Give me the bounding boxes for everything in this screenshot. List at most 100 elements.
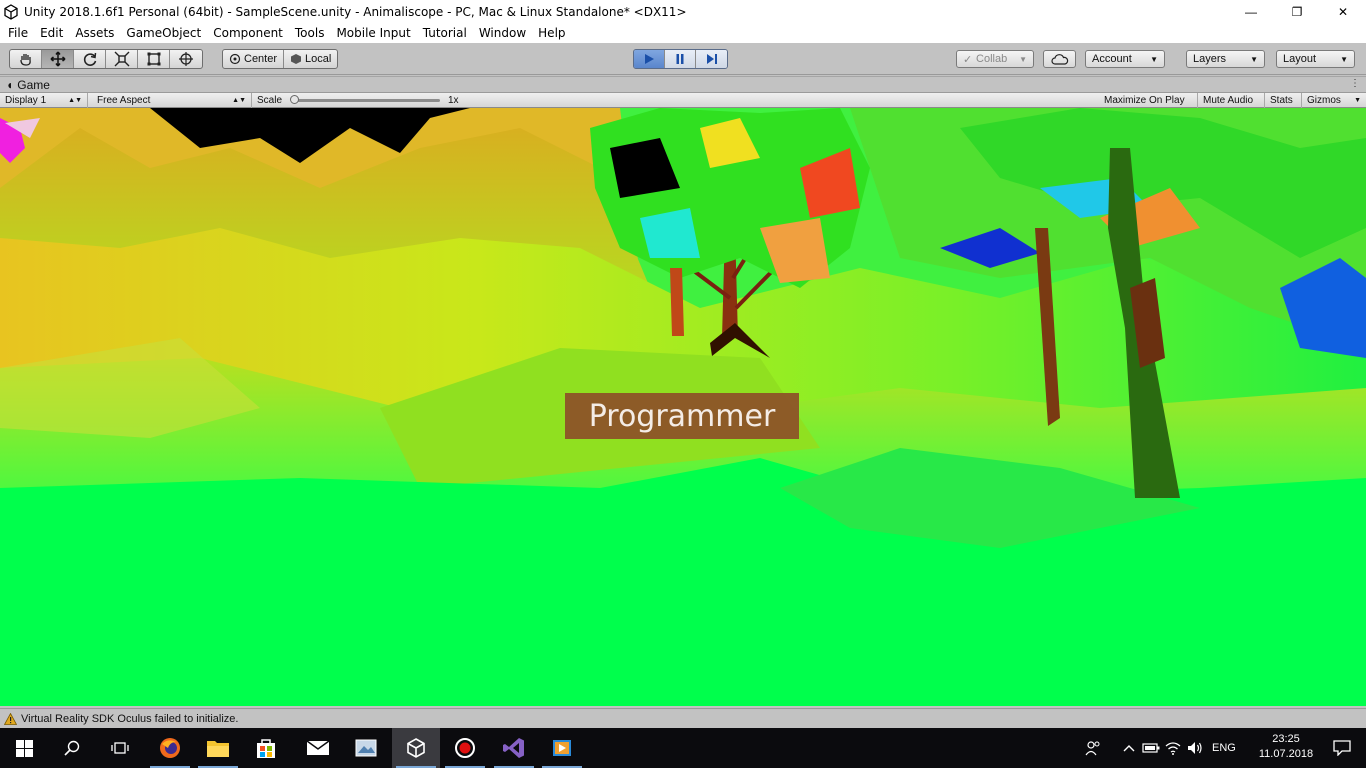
transform-tools bbox=[9, 49, 203, 69]
aspect-dropdown[interactable]: Free Aspect ▲▼ bbox=[92, 93, 252, 108]
windows-taskbar: ENG 23:25 11.07.2018 bbox=[0, 728, 1366, 768]
cloud-icon bbox=[1050, 53, 1068, 65]
collab-dropdown[interactable]: ✓ Collab ▼ bbox=[956, 50, 1034, 68]
display-dropdown[interactable]: Display 1 ▲▼ bbox=[0, 93, 88, 108]
step-button[interactable] bbox=[696, 50, 727, 68]
minimize-button[interactable]: — bbox=[1228, 0, 1274, 23]
rect-transform-icon bbox=[147, 52, 160, 66]
chevron-up-icon[interactable] bbox=[1118, 744, 1140, 752]
move-arrows-icon bbox=[50, 51, 65, 67]
mute-audio-toggle[interactable]: Mute Audio bbox=[1198, 93, 1265, 108]
unity-logo-icon bbox=[407, 738, 425, 758]
search-button[interactable] bbox=[48, 728, 96, 768]
menu-component[interactable]: Component bbox=[207, 26, 289, 40]
taskbar-media-player[interactable] bbox=[538, 728, 586, 768]
restore-button[interactable]: ❐ bbox=[1274, 0, 1320, 23]
scale-tool-button[interactable] bbox=[106, 50, 138, 68]
taskbar-recorder[interactable] bbox=[441, 728, 489, 768]
clock-time: 23:25 bbox=[1272, 733, 1300, 745]
people-icon[interactable] bbox=[1082, 740, 1104, 756]
combined-transform-icon bbox=[179, 52, 193, 66]
volume-icon[interactable] bbox=[1184, 741, 1206, 755]
aspect-label: Free Aspect bbox=[97, 95, 151, 106]
scale-slider-thumb[interactable] bbox=[290, 95, 299, 104]
pause-icon bbox=[676, 54, 684, 64]
clock-date: 11.07.2018 bbox=[1258, 748, 1314, 760]
hand-tool-button[interactable] bbox=[10, 50, 42, 68]
main-toolbar: Center Local ✓ Collab ▼ Account ▼ Layers… bbox=[0, 43, 1366, 75]
menu-help[interactable]: Help bbox=[532, 26, 571, 40]
rotate-tool-button[interactable] bbox=[74, 50, 106, 68]
menu-gameobject[interactable]: GameObject bbox=[120, 26, 207, 40]
status-message: Virtual Reality SDK Oculus failed to ini… bbox=[21, 712, 239, 725]
panel-menu-icon[interactable]: ⋮ bbox=[1350, 78, 1360, 89]
menu-edit[interactable]: Edit bbox=[34, 26, 69, 40]
record-icon bbox=[455, 738, 475, 758]
search-icon bbox=[64, 740, 80, 756]
maximize-on-play-toggle[interactable]: Maximize On Play bbox=[1099, 93, 1198, 108]
rect-tool-button[interactable] bbox=[138, 50, 170, 68]
cloud-services-button[interactable] bbox=[1043, 50, 1076, 68]
game-viewport[interactable]: Programmer bbox=[0, 108, 1366, 706]
pause-button[interactable] bbox=[665, 50, 696, 68]
caret-down-icon: ▼ bbox=[1340, 54, 1348, 64]
game-tab-row: ◖ Game ⋮ bbox=[0, 76, 1366, 92]
close-button[interactable]: ✕ bbox=[1320, 0, 1366, 23]
tab-game-label: Game bbox=[17, 78, 50, 92]
input-language[interactable]: ENG bbox=[1212, 742, 1236, 754]
account-label: Account bbox=[1092, 53, 1132, 65]
taskbar-mail[interactable] bbox=[294, 728, 342, 768]
unity-logo-icon bbox=[4, 3, 18, 20]
menu-file[interactable]: File bbox=[0, 26, 34, 40]
system-clock[interactable]: 23:25 11.07.2018 bbox=[1254, 732, 1318, 762]
menu-window[interactable]: Window bbox=[473, 26, 532, 40]
console-status-bar[interactable]: Virtual Reality SDK Oculus failed to ini… bbox=[0, 708, 1366, 728]
taskbar-file-explorer[interactable] bbox=[194, 728, 242, 768]
taskbar-unity[interactable] bbox=[392, 728, 440, 768]
pivot-local-button[interactable]: Local bbox=[284, 50, 337, 68]
store-bag-icon bbox=[257, 739, 275, 758]
gizmos-label: Gizmos bbox=[1307, 95, 1341, 106]
step-icon bbox=[706, 54, 717, 64]
scale-value: 1x bbox=[448, 95, 459, 106]
rotate-icon bbox=[83, 52, 96, 66]
move-tool-button[interactable] bbox=[42, 50, 74, 68]
play-icon bbox=[645, 54, 654, 64]
window-title: Unity 2018.1.6f1 Personal (64bit) - Samp… bbox=[24, 4, 687, 19]
gizmos-dropdown[interactable]: Gizmos ▼ bbox=[1302, 93, 1366, 108]
windows-logo-icon bbox=[15, 739, 33, 757]
menu-assets[interactable]: Assets bbox=[69, 26, 120, 40]
layers-dropdown[interactable]: Layers ▼ bbox=[1186, 50, 1265, 68]
taskbar-photos[interactable] bbox=[342, 728, 390, 768]
menu-mobile-input[interactable]: Mobile Input bbox=[330, 26, 416, 40]
media-player-icon bbox=[553, 740, 571, 756]
notification-icon bbox=[1333, 740, 1351, 756]
local-space-icon bbox=[291, 54, 302, 64]
menu-tutorial[interactable]: Tutorial bbox=[417, 26, 473, 40]
caret-down-icon: ▼ bbox=[1250, 54, 1258, 64]
taskbar-visual-studio[interactable] bbox=[490, 728, 538, 768]
task-view-button[interactable] bbox=[96, 728, 144, 768]
layers-label: Layers bbox=[1193, 53, 1227, 65]
tab-game[interactable]: ◖ Game bbox=[6, 77, 50, 93]
start-button[interactable] bbox=[0, 728, 48, 768]
wifi-icon[interactable] bbox=[1162, 741, 1184, 755]
taskbar-firefox[interactable] bbox=[146, 728, 194, 768]
battery-icon[interactable] bbox=[1140, 743, 1162, 753]
transform-tool-button[interactable] bbox=[170, 50, 202, 68]
pivot-center-button[interactable]: Center bbox=[223, 50, 285, 68]
play-button[interactable] bbox=[634, 50, 665, 68]
action-center-button[interactable] bbox=[1318, 728, 1366, 768]
pivot-toggles: Center Local bbox=[222, 49, 339, 69]
game-view-toolbar: Display 1 ▲▼ Free Aspect ▲▼ Scale 1x Max… bbox=[0, 92, 1366, 108]
scale-slider-track[interactable] bbox=[294, 99, 440, 102]
layout-dropdown[interactable]: Layout ▼ bbox=[1276, 50, 1355, 68]
scale-label: Scale bbox=[257, 95, 283, 106]
account-dropdown[interactable]: Account ▼ bbox=[1085, 50, 1165, 68]
taskbar-store[interactable] bbox=[242, 728, 290, 768]
stats-toggle[interactable]: Stats bbox=[1265, 93, 1302, 108]
role-label-overlay: Programmer bbox=[565, 393, 799, 439]
visual-studio-icon bbox=[503, 738, 524, 758]
menu-tools[interactable]: Tools bbox=[289, 26, 331, 40]
pivot-center-icon bbox=[229, 53, 241, 65]
